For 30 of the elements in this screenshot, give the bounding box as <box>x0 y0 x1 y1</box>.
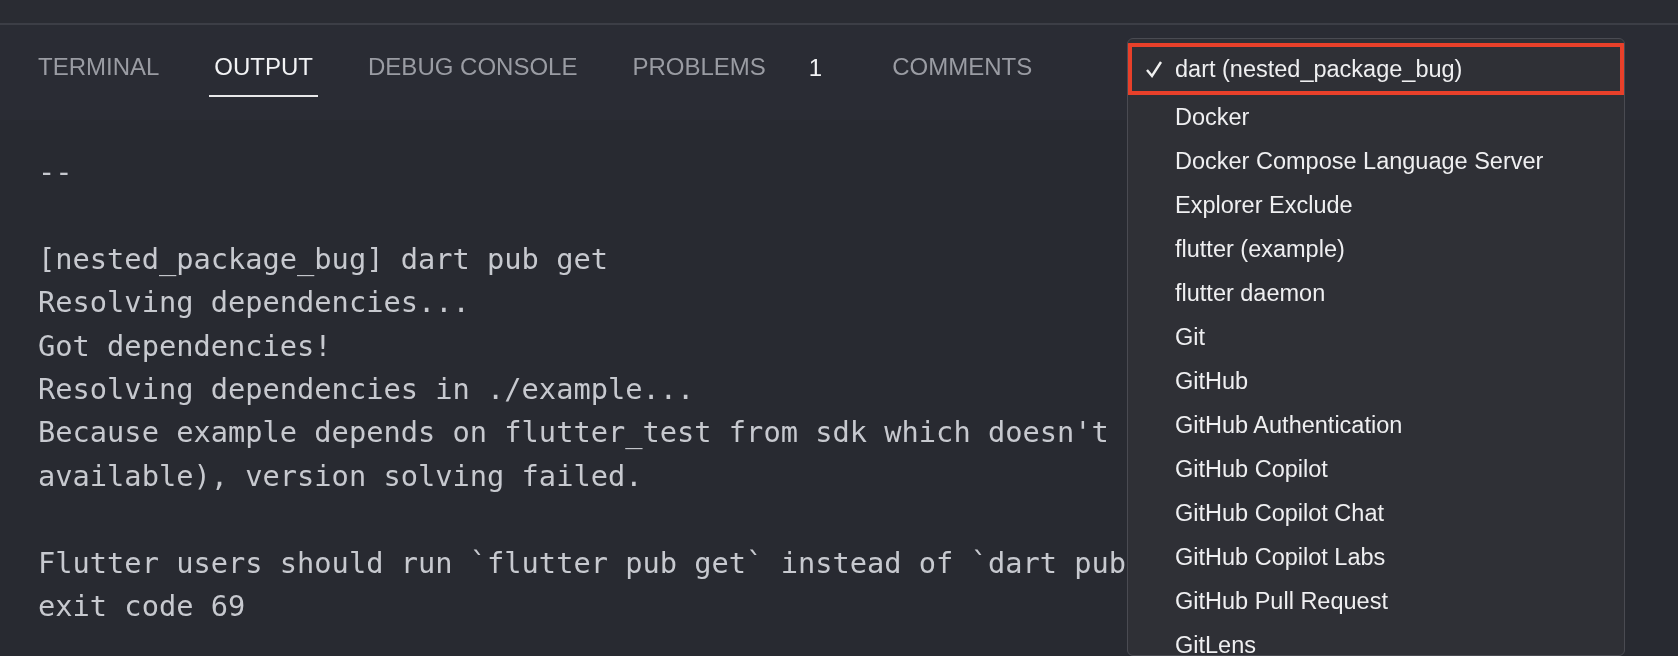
output-line: [nested_package_bug] dart pub get <box>38 240 608 278</box>
menu-item[interactable]: GitHub Copilot <box>1128 447 1624 491</box>
panel-tab[interactable]: TERMINAL <box>33 25 165 97</box>
output-line: exit code 69 <box>38 587 246 625</box>
output-line: Because example depends on flutter_test from sdk which doesn't <box>38 414 1109 452</box>
menu-item[interactable]: GitHub Copilot Labs <box>1128 535 1624 579</box>
menu-item[interactable]: flutter (example) <box>1128 227 1624 271</box>
menu-item[interactable]: GitHub Authentication <box>1128 403 1624 447</box>
menu-item[interactable]: GitHub Pull Request <box>1128 579 1624 623</box>
menu-item[interactable]: GitHub <box>1128 359 1624 403</box>
menu-item[interactable]: Explorer Exclude <box>1128 183 1624 227</box>
menu-item[interactable]: GitHub Copilot Chat <box>1128 491 1624 535</box>
problem-count: 1 <box>808 53 823 83</box>
menu-item[interactable]: Git <box>1128 315 1624 359</box>
panel-tab[interactable]: DEBUG CONSOLE <box>363 25 583 97</box>
output-line: Got dependencies! <box>38 327 332 365</box>
menu-item[interactable]: GitLens <box>1128 623 1624 655</box>
output-line: Flutter users should run `flutter pub get` instead of `dart pub <box>38 544 1127 582</box>
menu-item[interactable]: Docker Compose Language Server <box>1128 139 1624 183</box>
output-line: available), version solving failed. <box>38 457 643 495</box>
panel-tab[interactable]: OUTPUT <box>209 25 319 97</box>
menu-item[interactable]: flutter daemon <box>1128 271 1624 315</box>
panel-tab[interactable]: PROBLEMS <box>627 25 771 97</box>
menu-item[interactable]: Docker <box>1128 95 1624 139</box>
output-line: Resolving dependencies... <box>38 284 470 322</box>
menu-item[interactable]: dart (nested_package_bug) <box>1128 43 1624 95</box>
panel-tab[interactable]: COMMENTS <box>887 25 1038 97</box>
output-line: -- <box>38 154 73 191</box>
checkmark-icon <box>1144 59 1164 79</box>
output-line: Resolving dependencies in ./example... <box>38 370 695 408</box>
